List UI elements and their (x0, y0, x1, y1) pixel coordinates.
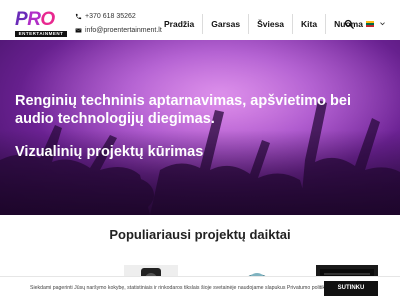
logo[interactable]: PRO ENTERTAINMENT (15, 9, 67, 38)
language-switcher[interactable] (366, 20, 386, 27)
nav-item-garsas[interactable]: Garsas (202, 14, 248, 34)
search-icon[interactable] (344, 19, 354, 29)
cookie-banner: Siekdami pagerinti Jūsų naršymo kokybę, … (0, 276, 400, 300)
hero-headline: Renginių techninis aptarnavimas, apšviet… (15, 93, 352, 127)
logo-wordmark: PRO (15, 9, 55, 30)
cookie-notice-text: Siekdami pagerinti Jūsų naršymo kokybę, … (30, 285, 328, 291)
contact-email[interactable]: info@proentertainment.lt (75, 27, 162, 34)
popular-items-title: Populiariausi projektų daiktai (109, 227, 291, 242)
chevron-down-icon (380, 22, 385, 26)
logo-subtitle: ENTERTAINMENT (15, 31, 67, 37)
email-address: info@proentertainment.lt (85, 27, 162, 34)
phone-icon (75, 13, 82, 20)
main-nav: Pradžia Garsas Šviesa Kita Nuoma (156, 14, 371, 34)
nav-item-kita[interactable]: Kita (292, 14, 325, 34)
accept-cookies-button[interactable]: SUTINKU (324, 281, 378, 296)
hero-subheadline: Vizualinių projektų kūrimas (15, 144, 204, 160)
lithuanian-flag-icon (366, 20, 374, 27)
contact-phone[interactable]: +370 618 35262 (75, 13, 136, 20)
phone-number: +370 618 35262 (85, 13, 136, 20)
nav-item-sviesa[interactable]: Šviesa (248, 14, 292, 34)
hero-banner: Renginių techninis aptarnavimas, apšviet… (0, 40, 400, 215)
site-header: PRO ENTERTAINMENT +370 618 35262 info@pr… (0, 0, 400, 40)
nav-item-pradzia[interactable]: Pradžia (156, 14, 202, 34)
envelope-icon (75, 28, 82, 33)
